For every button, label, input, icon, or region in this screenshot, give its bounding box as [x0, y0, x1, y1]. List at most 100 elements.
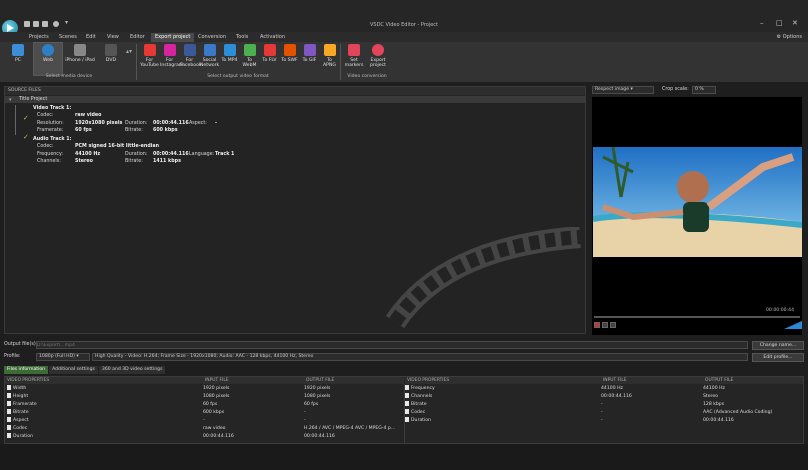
- record-icon[interactable]: [594, 322, 600, 328]
- format-swf-label: To SWF: [281, 58, 298, 63]
- format-flv-button[interactable]: To FLV: [260, 43, 279, 75]
- fullscreen-icon[interactable]: [610, 322, 616, 328]
- profile-select[interactable]: 1080p (Full HD) ▾: [36, 353, 90, 361]
- output-value: 00:00:44.116: [304, 434, 335, 439]
- crop-scale-input[interactable]: 0 %: [692, 86, 716, 94]
- export-project-label: Export project: [370, 58, 386, 68]
- input-value: 00:00:44.116: [601, 394, 632, 399]
- seek-bar[interactable]: [594, 316, 800, 318]
- format-instagram-button[interactable]: For Instagram: [160, 43, 183, 75]
- audio-lang-value: Track 1: [215, 152, 235, 157]
- property-name: Aspect: [13, 418, 29, 423]
- property-name: Codec: [411, 410, 426, 415]
- apng-icon: [323, 44, 336, 56]
- format-webm-button[interactable]: To WebM: [240, 43, 259, 75]
- profile-value: 1080p (Full HD): [39, 354, 75, 359]
- device-pc-button[interactable]: PC: [4, 43, 32, 75]
- change-name-button[interactable]: Change name...: [752, 341, 804, 350]
- globe-icon: [42, 44, 54, 56]
- device-dvd-button[interactable]: DVD: [98, 43, 124, 75]
- facebook-icon: [183, 44, 196, 56]
- tab-view[interactable]: View: [103, 33, 123, 42]
- property-row-label: Aspect: [7, 417, 29, 425]
- edit-profile-button[interactable]: Edit profile...: [752, 353, 804, 362]
- tab-edit[interactable]: Edit: [82, 33, 100, 42]
- video-input-header: INPUT FILE: [203, 377, 304, 384]
- preview-mode-select[interactable]: Respect image ▾: [592, 86, 654, 94]
- tab-360-3d-settings[interactable]: 360 and 3D video settings: [98, 366, 166, 374]
- tree-line: [15, 105, 16, 135]
- format-mp4-button[interactable]: To MP4: [220, 43, 239, 75]
- audio-input-header: INPUT FILE: [601, 377, 703, 384]
- project-title-row[interactable]: Title Project: [5, 96, 585, 103]
- tab-files-information[interactable]: Files information: [4, 366, 49, 374]
- format-gif-label: To GIF: [302, 58, 317, 63]
- device-dropdown-icon[interactable]: ▴▾: [126, 48, 132, 55]
- tab-scenes[interactable]: Scenes: [55, 33, 81, 42]
- output-file-input[interactable]: [36, 341, 748, 349]
- export-project-button[interactable]: Export project: [367, 43, 389, 75]
- property-row-label: Channels: [405, 393, 432, 401]
- property-row-label: Codec: [7, 425, 27, 433]
- profile-description-select[interactable]: High Quality - Video: H.264; Frame Size …: [92, 353, 748, 361]
- tab-additional-settings[interactable]: Additional settings: [49, 366, 98, 374]
- format-gif-button[interactable]: To GIF: [300, 43, 319, 75]
- output-value: Stereo: [703, 394, 718, 399]
- document-icon: [405, 409, 409, 414]
- property-row-label: Duration: [405, 417, 431, 425]
- device-pc-label: PC: [15, 58, 21, 63]
- source-files-panel: SOURCE FILES Title Project ▾ ✓ ✓ Video T…: [4, 86, 586, 334]
- document-icon: [405, 393, 409, 398]
- output-file-label: Output file(s):: [4, 342, 38, 347]
- video-aspect-label: Aspect:: [189, 121, 207, 126]
- audio-dur-value: 00:00:44.116: [153, 152, 189, 157]
- profile-description: High Quality - Video: H.264; Frame Size …: [95, 354, 314, 359]
- format-apng-button[interactable]: To APNG: [320, 43, 339, 75]
- tab-conversion[interactable]: Conversion: [194, 33, 230, 42]
- phone-icon: [74, 44, 86, 56]
- settings-tabs: Files information Additional settings 360 …: [4, 366, 166, 374]
- youtube-icon: [143, 44, 156, 56]
- format-social-network-button[interactable]: Social Network: [200, 43, 219, 75]
- tab-tools[interactable]: Tools: [232, 33, 252, 42]
- format-social-network-label: Social Network: [200, 58, 220, 68]
- close-button[interactable]: ✕: [792, 19, 798, 27]
- input-value: 600 kbps: [203, 410, 225, 415]
- output-value: -: [304, 410, 306, 415]
- device-web-button[interactable]: Web: [33, 42, 63, 76]
- maximize-button[interactable]: □: [776, 19, 783, 27]
- crop-scale-label: Crop scale:: [662, 87, 689, 92]
- minimize-button[interactable]: –: [760, 19, 764, 27]
- video-output-header: OUTPUT FILE: [304, 377, 404, 384]
- pc-icon: [12, 44, 24, 56]
- options-button[interactable]: ⚙ Options: [777, 33, 802, 42]
- stop-icon[interactable]: [602, 322, 608, 328]
- output-value: 128 kbps: [703, 402, 725, 407]
- set-markers-button[interactable]: Set markers: [343, 43, 365, 75]
- device-iphone-button[interactable]: iPhone / iPad: [64, 43, 96, 75]
- ribbon-divider: [340, 44, 341, 80]
- input-value: 1080 pixels: [203, 394, 230, 399]
- output-value: 1920 pixels: [304, 386, 331, 391]
- document-icon: [405, 417, 409, 422]
- tab-editor[interactable]: Editor: [126, 33, 149, 42]
- input-value: -: [601, 402, 603, 407]
- output-value: 60 fps: [304, 402, 319, 407]
- audio-props-header: VIDEO PROPERTIES: [405, 377, 601, 384]
- format-youtube-button[interactable]: For YouTube: [140, 43, 159, 75]
- source-files-header: SOURCE FILES: [5, 87, 585, 95]
- document-icon: [7, 409, 11, 414]
- video-aspect-value: -: [215, 121, 217, 126]
- device-dvd-label: DVD: [105, 58, 117, 63]
- format-facebook-button[interactable]: For Facebook: [180, 43, 202, 75]
- audio-output-header: OUTPUT FILE: [703, 377, 803, 384]
- tab-projects[interactable]: Projects: [25, 33, 53, 42]
- property-name: Duration: [411, 418, 431, 423]
- volume-icon[interactable]: [784, 321, 802, 329]
- collapse-icon[interactable]: ▾: [9, 97, 12, 103]
- properties-table: VIDEO PROPERTIES INPUT FILE OUTPUT FILE …: [4, 376, 804, 444]
- property-row-label: Frequency: [405, 385, 435, 393]
- tab-export-project[interactable]: Export project: [151, 33, 195, 42]
- tab-activation[interactable]: Activation: [256, 33, 289, 42]
- format-swf-button[interactable]: To SWF: [280, 43, 299, 75]
